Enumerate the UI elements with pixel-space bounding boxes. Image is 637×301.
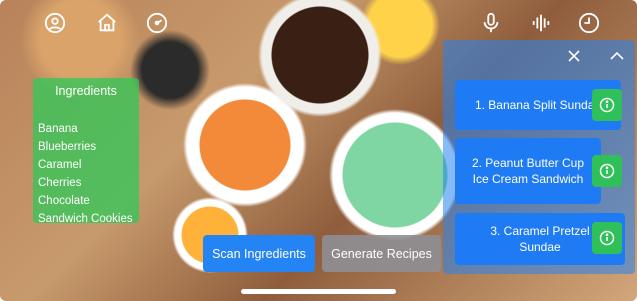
- info-icon: [599, 97, 615, 113]
- home-indicator: [241, 289, 396, 294]
- info-icon: [599, 163, 615, 179]
- ingredient-item: Cherries: [38, 177, 82, 189]
- info-button-2[interactable]: [592, 155, 622, 187]
- speedometer-icon[interactable]: [142, 8, 172, 38]
- waveform-icon[interactable]: [526, 8, 556, 38]
- ingredients-title: Ingredients: [55, 84, 117, 98]
- top-toolbar: [0, 8, 637, 40]
- recipe-button-2[interactable]: 2. Peanut Butter Cup Ice Cream Sandwich: [455, 138, 601, 204]
- chevron-up-icon[interactable]: [607, 46, 627, 66]
- recipes-panel: 1. Banana Split Sundae 2. Peanut Butter …: [443, 40, 635, 274]
- microphone-icon[interactable]: [476, 8, 506, 38]
- ingredient-item: Sandwich Cookies: [38, 213, 133, 225]
- generate-recipes-button[interactable]: Generate Recipes: [322, 235, 441, 272]
- ingredient-item: Chocolate: [38, 195, 90, 207]
- ingredient-item: Caramel: [38, 159, 82, 171]
- home-icon[interactable]: [92, 8, 122, 38]
- camera-background: Ingredients Banana Blueberries Caramel C…: [0, 0, 637, 301]
- ingredients-list: Banana Blueberries Caramel Cherries Choc…: [38, 120, 139, 228]
- profile-icon[interactable]: [40, 8, 70, 38]
- scan-ingredients-button[interactable]: Scan Ingredients: [203, 235, 315, 272]
- history-icon[interactable]: [574, 8, 604, 38]
- info-button-1[interactable]: [592, 89, 622, 121]
- close-icon[interactable]: [564, 46, 584, 66]
- ingredient-item: Blueberries: [38, 141, 97, 153]
- info-icon: [599, 230, 615, 246]
- info-button-3[interactable]: [592, 222, 622, 254]
- ingredients-panel: Ingredients Banana Blueberries Caramel C…: [33, 78, 139, 225]
- ingredient-item: Banana: [38, 123, 78, 135]
